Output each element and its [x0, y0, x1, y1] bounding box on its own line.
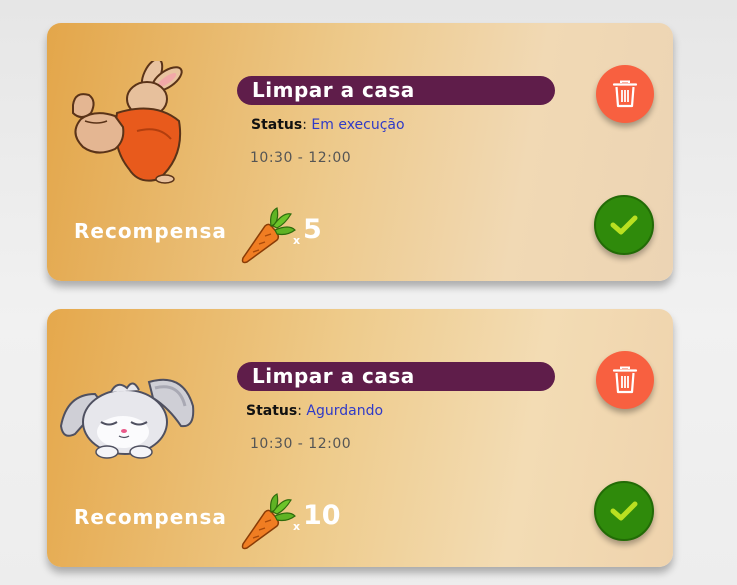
sleeping-bunny-mascot	[59, 378, 195, 459]
trash-icon	[612, 80, 638, 108]
task-title: Limpar a casa	[237, 76, 555, 105]
reward-multiplier: x	[293, 520, 301, 533]
reward-multiplier: x	[293, 234, 301, 247]
status-separator: :	[297, 403, 307, 419]
task-card: Limpar a casa Status: Em execução 10:30 …	[47, 23, 673, 281]
status-label: Status	[251, 117, 303, 133]
reward-label: Recompensa	[74, 505, 227, 529]
check-icon	[610, 501, 638, 521]
task-title: Limpar a casa	[237, 362, 555, 391]
carrot-icon	[241, 493, 296, 550]
check-icon	[610, 215, 638, 235]
status-label: Status	[246, 403, 298, 419]
delete-task-button[interactable]	[596, 65, 654, 123]
muscular-bunny-mascot	[72, 61, 183, 184]
status-value: Agurdando	[306, 403, 384, 419]
complete-task-button[interactable]	[594, 481, 654, 541]
carrot-icon	[241, 207, 296, 264]
task-status: Status: Em execução	[251, 117, 405, 133]
complete-task-button[interactable]	[594, 195, 654, 255]
status-separator: :	[302, 117, 312, 133]
reward-quantity: 10	[303, 500, 341, 531]
task-time: 10:30 - 12:00	[250, 150, 352, 166]
reward-label: Recompensa	[74, 219, 227, 243]
delete-task-button[interactable]	[596, 351, 654, 409]
task-card: Limpar a casa Status: Agurdando 10:30 - …	[47, 309, 673, 567]
status-value: Em execução	[311, 117, 405, 133]
task-status: Status: Agurdando	[246, 403, 383, 419]
reward-quantity: 5	[303, 214, 322, 245]
trash-icon	[612, 366, 638, 394]
task-time: 10:30 - 12:00	[250, 436, 352, 452]
